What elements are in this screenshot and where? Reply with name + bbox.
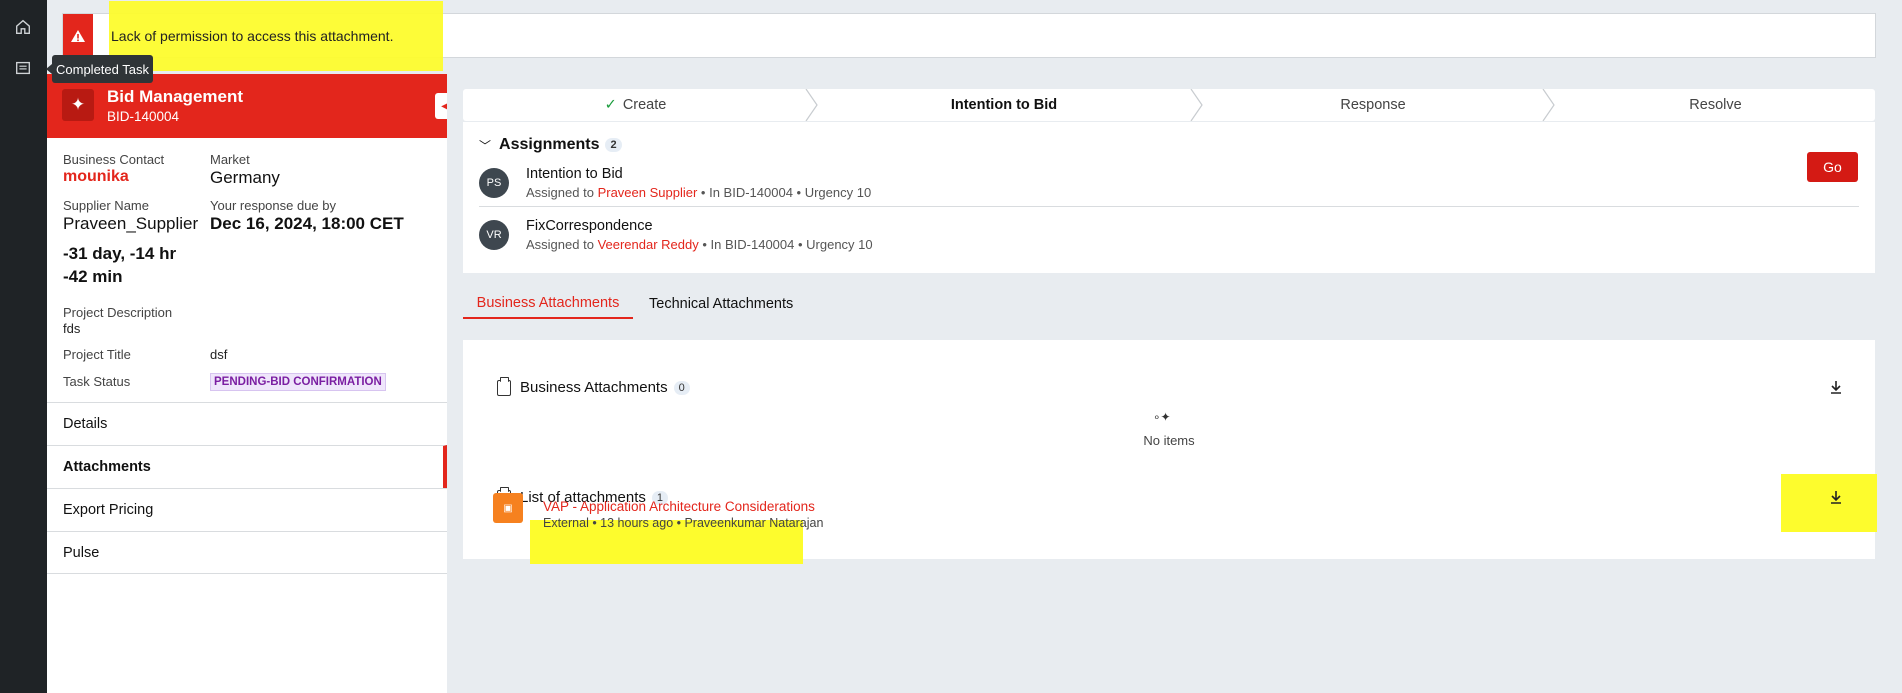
assignment-meta: Assigned to Praveen Supplier • In BID-14… xyxy=(526,185,871,200)
supplier-label: Supplier Name xyxy=(63,198,149,213)
assigned-to-prefix: Assigned to xyxy=(526,237,594,252)
step-label: Create xyxy=(622,97,667,113)
sparkle-icon: ✦ xyxy=(62,89,94,121)
menu-label: Export Pricing xyxy=(63,502,154,518)
tab-technical-attachments[interactable]: Technical Attachments xyxy=(649,289,793,319)
step-label: Resolve xyxy=(1689,97,1742,113)
assignment-details: • In BID-140004 • Urgency 10 xyxy=(700,185,872,200)
empty-state-text: No items xyxy=(1143,433,1195,448)
download-icon[interactable] xyxy=(1828,379,1844,395)
warning-icon xyxy=(63,14,93,57)
step-divider xyxy=(1542,89,1555,121)
case-id: BID-140004 xyxy=(107,109,180,124)
error-banner: Lack of permission to access this attach… xyxy=(62,1,1876,71)
home-icon[interactable] xyxy=(6,12,40,42)
avatar: VR xyxy=(479,220,509,250)
left-navbar xyxy=(0,0,47,693)
error-message: Lack of permission to access this attach… xyxy=(111,28,394,44)
assignment-title[interactable]: FixCorrespondence xyxy=(526,218,653,234)
response-due-value: Dec 16, 2024, 18:00 CET xyxy=(210,214,404,233)
case-header: ✦ Bid Management BID-140004 xyxy=(47,74,447,138)
assignee-link[interactable]: Veerendar Reddy xyxy=(598,237,699,252)
chevron-down-icon: ﹀ xyxy=(479,138,492,153)
main-content: ✓ Create Intention to Bid Response Resol… xyxy=(447,74,1902,693)
countdown-line-2: -42 min xyxy=(63,267,123,286)
project-description-label: Project Description xyxy=(63,305,173,320)
attachment-link[interactable]: VAP - Application Architecture Considera… xyxy=(543,499,815,514)
case-title: Bid Management xyxy=(107,87,244,106)
project-title-label: Project Title xyxy=(63,347,131,362)
divider xyxy=(479,206,1859,207)
go-button[interactable]: Go xyxy=(1807,152,1858,182)
menu-details[interactable]: Details xyxy=(47,402,447,445)
step-label: Intention to Bid xyxy=(950,97,1058,113)
menu-pulse[interactable]: Pulse xyxy=(47,531,447,574)
check-icon: ✓ xyxy=(604,97,617,113)
menu-label: Pulse xyxy=(63,544,100,561)
response-due-label: Your response due by xyxy=(210,198,337,213)
menu-export-pricing[interactable]: Export Pricing xyxy=(47,488,447,531)
assignee-link[interactable]: Praveen Supplier xyxy=(598,185,698,200)
step-create[interactable]: ✓ Create xyxy=(463,89,808,121)
assigned-to-prefix: Assigned to xyxy=(526,185,594,200)
step-label: Response xyxy=(1340,97,1406,113)
list-icon[interactable] xyxy=(6,53,40,83)
project-description-value: fds xyxy=(63,321,81,336)
assignments-count: 2 xyxy=(605,138,622,152)
task-status-wrap: PENDING-BID CONFIRMATION xyxy=(210,372,386,391)
assignment-details: • In BID-140004 • Urgency 10 xyxy=(702,237,873,252)
menu-label: Details xyxy=(63,416,108,432)
task-status-label: Task Status xyxy=(63,374,131,389)
assignment-title[interactable]: Intention to Bid xyxy=(526,166,623,182)
stage-stepper: ✓ Create Intention to Bid Response Resol… xyxy=(463,89,1875,121)
case-summary-panel: ✦ Bid Management BID-140004 Business Con… xyxy=(47,74,447,693)
assignments-card: ﹀ Assignments 2 PS Intention to Bid Assi… xyxy=(463,122,1875,273)
assignments-header[interactable]: ﹀ Assignments 2 xyxy=(479,136,622,154)
step-divider xyxy=(805,89,818,121)
status-badge: PENDING-BID CONFIRMATION xyxy=(210,373,386,391)
step-response[interactable]: Response xyxy=(1204,89,1542,121)
download-icon[interactable] xyxy=(1828,489,1844,505)
section-count: 0 xyxy=(673,380,690,395)
menu-attachments[interactable]: Attachments xyxy=(47,445,447,488)
tooltip: Completed Task xyxy=(46,55,153,83)
business-contact-label: Business Contact xyxy=(63,152,165,167)
business-attachments-header: Business Attachments 0 xyxy=(520,379,690,396)
assignment-meta: Assigned to Veerendar Reddy • In BID-140… xyxy=(526,237,873,252)
section-title: Business Attachments xyxy=(520,379,668,396)
market-value: Germany xyxy=(210,168,280,187)
attachment-meta: External • 13 hours ago • Praveenkumar N… xyxy=(543,516,824,530)
business-contact-link[interactable]: mounika xyxy=(63,168,129,186)
menu-label: Attachments xyxy=(63,459,151,475)
tab-business-attachments[interactable]: Business Attachments xyxy=(463,289,633,319)
empty-state-icon: ∘✦ xyxy=(1153,410,1171,424)
step-divider xyxy=(1190,89,1203,121)
supplier-value: Praveen_Supplier xyxy=(63,214,199,233)
attachments-card: Business Attachments 0 ∘✦ No items List … xyxy=(463,340,1877,564)
countdown-line-1: -31 day, -14 hr xyxy=(63,244,177,263)
market-label: Market xyxy=(210,152,250,167)
assignments-title: Assignments xyxy=(499,136,600,153)
project-title-value: dsf xyxy=(210,347,228,362)
step-intention-to-bid[interactable]: Intention to Bid xyxy=(818,89,1190,121)
step-resolve[interactable]: Resolve xyxy=(1556,89,1875,121)
avatar: PS xyxy=(479,168,509,198)
presentation-file-icon: ▣ xyxy=(493,493,523,523)
clipboard-icon xyxy=(497,377,511,396)
